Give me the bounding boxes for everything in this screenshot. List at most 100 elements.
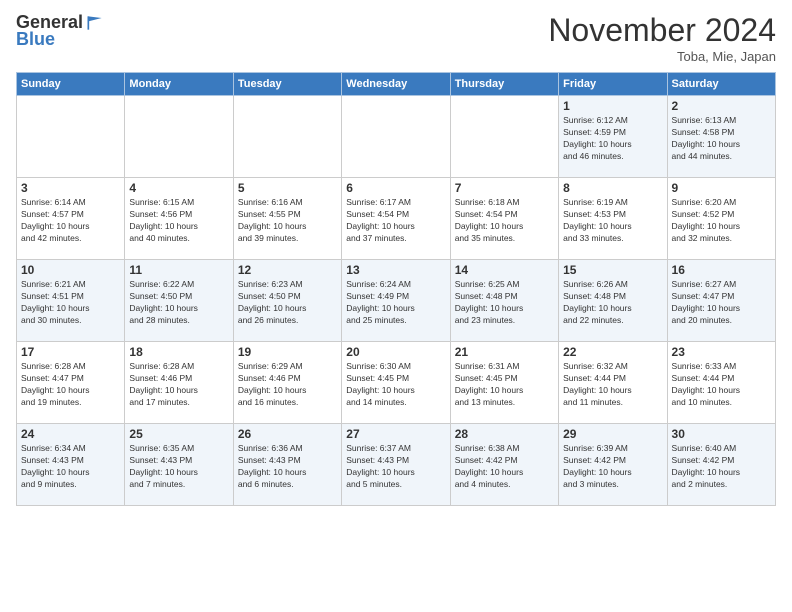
day-number: 7 xyxy=(455,181,554,195)
day-info: Sunrise: 6:30 AM Sunset: 4:45 PM Dayligh… xyxy=(346,361,445,409)
calendar-week-row: 24 Sunrise: 6:34 AM Sunset: 4:43 PM Dayli… xyxy=(17,424,776,506)
calendar-table: SundayMondayTuesdayWednesdayThursdayFrid… xyxy=(16,72,776,506)
calendar-day-cell: 2 Sunrise: 6:13 AM Sunset: 4:58 PM Daylig… xyxy=(667,96,775,178)
calendar-day-cell: 12 Sunrise: 6:23 AM Sunset: 4:50 PM Dayli… xyxy=(233,260,341,342)
calendar-day-cell: 8Sunrise: 6:19 AM Sunset: 4:53 PM Daylig… xyxy=(559,178,667,260)
day-number: 28 xyxy=(455,427,554,441)
day-info: Sunrise: 6:24 AM Sunset: 4:49 PM Dayligh… xyxy=(346,279,445,327)
day-info: Sunrise: 6:27 AM Sunset: 4:47 PM Dayligh… xyxy=(672,279,771,327)
month-title: November 2024 xyxy=(548,12,776,49)
day-info: Sunrise: 6:14 AM Sunset: 4:57 PM Dayligh… xyxy=(21,197,120,245)
calendar-day-cell xyxy=(450,96,558,178)
day-info: Sunrise: 6:36 AM Sunset: 4:43 PM Dayligh… xyxy=(238,443,337,491)
day-number: 15 xyxy=(563,263,662,277)
calendar-day-cell: 19 Sunrise: 6:29 AM Sunset: 4:46 PM Dayli… xyxy=(233,342,341,424)
title-section: November 2024 Toba, Mie, Japan xyxy=(548,12,776,64)
calendar-day-cell: 1 Sunrise: 6:12 AM Sunset: 4:59 PM Daylig… xyxy=(559,96,667,178)
calendar-day-cell: 3 Sunrise: 6:14 AM Sunset: 4:57 PM Daylig… xyxy=(17,178,125,260)
day-info: Sunrise: 6:40 AM Sunset: 4:42 PM Dayligh… xyxy=(672,443,771,491)
calendar-week-row: 3 Sunrise: 6:14 AM Sunset: 4:57 PM Daylig… xyxy=(17,178,776,260)
day-number: 30 xyxy=(672,427,771,441)
calendar-day-cell: 23Sunrise: 6:33 AM Sunset: 4:44 PM Dayli… xyxy=(667,342,775,424)
day-number: 11 xyxy=(129,263,228,277)
day-number: 10 xyxy=(21,263,120,277)
day-number: 1 xyxy=(563,99,662,113)
day-number: 29 xyxy=(563,427,662,441)
calendar-day-cell: 16 Sunrise: 6:27 AM Sunset: 4:47 PM Dayli… xyxy=(667,260,775,342)
calendar-day-cell: 27Sunrise: 6:37 AM Sunset: 4:43 PM Dayli… xyxy=(342,424,450,506)
day-info: Sunrise: 6:19 AM Sunset: 4:53 PM Dayligh… xyxy=(563,197,662,245)
calendar-day-cell: 24 Sunrise: 6:34 AM Sunset: 4:43 PM Dayli… xyxy=(17,424,125,506)
day-info: Sunrise: 6:39 AM Sunset: 4:42 PM Dayligh… xyxy=(563,443,662,491)
day-info: Sunrise: 6:22 AM Sunset: 4:50 PM Dayligh… xyxy=(129,279,228,327)
location-subtitle: Toba, Mie, Japan xyxy=(548,49,776,64)
day-info: Sunrise: 6:32 AM Sunset: 4:44 PM Dayligh… xyxy=(563,361,662,409)
calendar-day-header: Saturday xyxy=(667,73,775,96)
day-number: 14 xyxy=(455,263,554,277)
day-number: 4 xyxy=(129,181,228,195)
day-number: 3 xyxy=(21,181,120,195)
day-number: 16 xyxy=(672,263,771,277)
calendar-header-row: SundayMondayTuesdayWednesdayThursdayFrid… xyxy=(17,73,776,96)
calendar-day-cell: 25 Sunrise: 6:35 AM Sunset: 4:43 PM Dayli… xyxy=(125,424,233,506)
day-info: Sunrise: 6:33 AM Sunset: 4:44 PM Dayligh… xyxy=(672,361,771,409)
day-info: Sunrise: 6:23 AM Sunset: 4:50 PM Dayligh… xyxy=(238,279,337,327)
day-number: 2 xyxy=(672,99,771,113)
day-info: Sunrise: 6:20 AM Sunset: 4:52 PM Dayligh… xyxy=(672,197,771,245)
calendar-week-row: 10 Sunrise: 6:21 AM Sunset: 4:51 PM Dayli… xyxy=(17,260,776,342)
calendar-day-cell: 5 Sunrise: 6:16 AM Sunset: 4:55 PM Daylig… xyxy=(233,178,341,260)
day-info: Sunrise: 6:21 AM Sunset: 4:51 PM Dayligh… xyxy=(21,279,120,327)
day-number: 22 xyxy=(563,345,662,359)
day-info: Sunrise: 6:37 AM Sunset: 4:43 PM Dayligh… xyxy=(346,443,445,491)
day-info: Sunrise: 6:12 AM Sunset: 4:59 PM Dayligh… xyxy=(563,115,662,163)
day-number: 20 xyxy=(346,345,445,359)
calendar-day-cell xyxy=(125,96,233,178)
day-number: 25 xyxy=(129,427,228,441)
day-number: 21 xyxy=(455,345,554,359)
day-info: Sunrise: 6:28 AM Sunset: 4:46 PM Dayligh… xyxy=(129,361,228,409)
calendar-day-cell: 18 Sunrise: 6:28 AM Sunset: 4:46 PM Dayli… xyxy=(125,342,233,424)
day-info: Sunrise: 6:28 AM Sunset: 4:47 PM Dayligh… xyxy=(21,361,120,409)
day-info: Sunrise: 6:16 AM Sunset: 4:55 PM Dayligh… xyxy=(238,197,337,245)
day-info: Sunrise: 6:35 AM Sunset: 4:43 PM Dayligh… xyxy=(129,443,228,491)
calendar-day-cell: 11 Sunrise: 6:22 AM Sunset: 4:50 PM Dayli… xyxy=(125,260,233,342)
calendar-week-row: 1 Sunrise: 6:12 AM Sunset: 4:59 PM Daylig… xyxy=(17,96,776,178)
day-info: Sunrise: 6:31 AM Sunset: 4:45 PM Dayligh… xyxy=(455,361,554,409)
calendar-day-header: Wednesday xyxy=(342,73,450,96)
day-number: 12 xyxy=(238,263,337,277)
calendar-day-cell xyxy=(233,96,341,178)
calendar-day-cell: 20 Sunrise: 6:30 AM Sunset: 4:45 PM Dayli… xyxy=(342,342,450,424)
calendar-day-cell: 10 Sunrise: 6:21 AM Sunset: 4:51 PM Dayli… xyxy=(17,260,125,342)
day-info: Sunrise: 6:25 AM Sunset: 4:48 PM Dayligh… xyxy=(455,279,554,327)
day-info: Sunrise: 6:26 AM Sunset: 4:48 PM Dayligh… xyxy=(563,279,662,327)
calendar-day-cell: 4 Sunrise: 6:15 AM Sunset: 4:56 PM Daylig… xyxy=(125,178,233,260)
calendar-day-header: Friday xyxy=(559,73,667,96)
day-info: Sunrise: 6:34 AM Sunset: 4:43 PM Dayligh… xyxy=(21,443,120,491)
calendar-day-cell: 29 Sunrise: 6:39 AM Sunset: 4:42 PM Dayli… xyxy=(559,424,667,506)
day-number: 24 xyxy=(21,427,120,441)
day-info: Sunrise: 6:13 AM Sunset: 4:58 PM Dayligh… xyxy=(672,115,771,163)
day-info: Sunrise: 6:38 AM Sunset: 4:42 PM Dayligh… xyxy=(455,443,554,491)
calendar-week-row: 17 Sunrise: 6:28 AM Sunset: 4:47 PM Dayli… xyxy=(17,342,776,424)
day-info: Sunrise: 6:29 AM Sunset: 4:46 PM Dayligh… xyxy=(238,361,337,409)
day-number: 6 xyxy=(346,181,445,195)
calendar-day-header: Tuesday xyxy=(233,73,341,96)
day-number: 18 xyxy=(129,345,228,359)
calendar-day-cell xyxy=(342,96,450,178)
calendar-day-cell: 9Sunrise: 6:20 AM Sunset: 4:52 PM Daylig… xyxy=(667,178,775,260)
day-number: 5 xyxy=(238,181,337,195)
day-number: 19 xyxy=(238,345,337,359)
calendar-day-cell: 17 Sunrise: 6:28 AM Sunset: 4:47 PM Dayli… xyxy=(17,342,125,424)
day-info: Sunrise: 6:15 AM Sunset: 4:56 PM Dayligh… xyxy=(129,197,228,245)
logo-flag-icon xyxy=(85,13,105,33)
calendar-day-header: Sunday xyxy=(17,73,125,96)
calendar-day-cell: 13Sunrise: 6:24 AM Sunset: 4:49 PM Dayli… xyxy=(342,260,450,342)
calendar-day-cell: 21 Sunrise: 6:31 AM Sunset: 4:45 PM Dayli… xyxy=(450,342,558,424)
calendar-day-cell: 15 Sunrise: 6:26 AM Sunset: 4:48 PM Dayli… xyxy=(559,260,667,342)
calendar-day-cell: 7Sunrise: 6:18 AM Sunset: 4:54 PM Daylig… xyxy=(450,178,558,260)
day-number: 17 xyxy=(21,345,120,359)
calendar-day-cell: 22 Sunrise: 6:32 AM Sunset: 4:44 PM Dayli… xyxy=(559,342,667,424)
day-number: 26 xyxy=(238,427,337,441)
calendar-day-cell: 14 Sunrise: 6:25 AM Sunset: 4:48 PM Dayli… xyxy=(450,260,558,342)
page-header: General Blue November 2024 Toba, Mie, Ja… xyxy=(16,12,776,64)
